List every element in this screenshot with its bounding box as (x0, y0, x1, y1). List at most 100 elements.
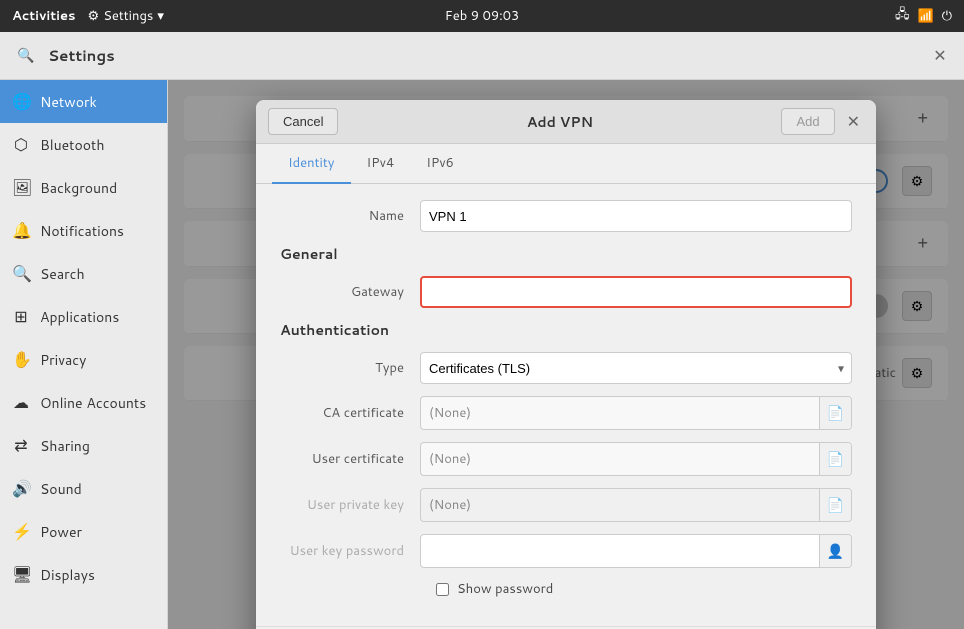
header-search-button[interactable]: 🔍 (12, 42, 40, 70)
type-row: Type Certificates (TLS) Password Passwor… (280, 352, 852, 384)
type-select-wrapper: Certificates (TLS) Password Password wit… (420, 352, 852, 384)
online-accounts-icon: ☁ (12, 391, 30, 414)
dialog-close-button[interactable]: ✕ (843, 112, 864, 132)
sidebar-item-search[interactable]: 🔍 Search (0, 252, 167, 295)
ca-cert-row: CA certificate (None) 📄 (280, 396, 852, 430)
sound-icon: 🔊 (12, 477, 30, 500)
bluetooth-icon: ⬡ (12, 133, 30, 156)
background-icon: 🖼 (12, 176, 30, 199)
settings-menu[interactable]: ⚙ Settings ▾ (88, 7, 164, 25)
add-button[interactable]: Add (781, 108, 834, 135)
sidebar-item-bluetooth[interactable]: ⬡ Bluetooth (0, 123, 167, 166)
sidebar-item-online-accounts[interactable]: ☁ Online Accounts (0, 381, 167, 424)
ca-cert-value: (None) (421, 397, 819, 429)
settings-body: 🌐 Network ⬡ Bluetooth 🖼 Background 🔔 Not… (0, 80, 964, 629)
user-key-row: User private key (None) 📄 (280, 488, 852, 522)
tab-ipv6[interactable]: IPv6 (410, 144, 470, 184)
show-password-checkbox[interactable] (436, 583, 449, 596)
name-input[interactable] (420, 200, 852, 232)
type-label: Type (280, 359, 420, 377)
user-password-input[interactable] (421, 535, 819, 567)
signal-icon: 📶 (918, 7, 934, 25)
user-password-input-wrapper: 👤 (420, 534, 852, 568)
ca-cert-label: CA certificate (280, 404, 420, 422)
notifications-icon: 🔔 (12, 219, 30, 242)
topbar: Activities ⚙ Settings ▾ Feb 9 09:03 🖧 📶 … (0, 0, 964, 32)
topbar-right: 🖧 📶 ⏻ (895, 5, 952, 27)
sidebar-item-privacy[interactable]: ✋ Privacy (0, 338, 167, 381)
sidebar-item-label: Search (40, 264, 85, 284)
sidebar-item-label: Online Accounts (40, 393, 146, 413)
tab-ipv4[interactable]: IPv4 (351, 144, 411, 184)
network-icon: 🖧 (895, 5, 910, 27)
tab-identity[interactable]: Identity (272, 144, 351, 184)
user-key-input-wrapper: (None) 📄 (420, 488, 852, 522)
user-cert-label: User certificate (280, 450, 420, 468)
name-label: Name (280, 207, 420, 225)
sidebar-item-label: Sharing (40, 436, 90, 456)
privacy-icon: ✋ (12, 348, 30, 371)
sidebar: 🌐 Network ⬡ Bluetooth 🖼 Background 🔔 Not… (0, 80, 168, 629)
user-cert-row: User certificate (None) 📄 (280, 442, 852, 476)
sidebar-item-applications[interactable]: ⊞ Applications (0, 295, 167, 338)
show-password-row: Show password (436, 580, 852, 598)
user-key-value: (None) (421, 489, 819, 521)
network-sidebar-icon: 🌐 (12, 90, 30, 113)
sharing-icon: ⇄ (12, 434, 30, 457)
type-select[interactable]: Certificates (TLS) Password Password wit… (420, 352, 852, 384)
sidebar-item-label: Applications (40, 307, 119, 327)
sidebar-item-label: Notifications (40, 221, 124, 241)
gateway-row: Gateway (280, 276, 852, 308)
user-password-row: User key password 👤 (280, 534, 852, 568)
gear-small-icon: ⚙ (88, 7, 100, 25)
sidebar-item-label: Displays (40, 565, 95, 585)
settings-window: 🔍 Settings ✕ 🌐 Network ⬡ Bluetooth 🖼 Bac… (0, 32, 964, 629)
main-content: + ⚙ + ⚙ (168, 80, 964, 629)
settings-header: 🔍 Settings ✕ (0, 32, 964, 80)
activities-button[interactable]: Activities (12, 7, 76, 25)
applications-icon: ⊞ (12, 305, 30, 328)
topbar-settings-label: Settings (103, 7, 153, 25)
modal-overlay: Cancel Add VPN Add ✕ Identity IPv4 IPv6 (168, 80, 964, 629)
datetime: Feb 9 09:03 (445, 7, 519, 25)
settings-close-button[interactable]: ✕ (928, 44, 952, 68)
user-key-label: User private key (280, 496, 420, 514)
ca-cert-input-wrapper: (None) 📄 (420, 396, 852, 430)
power-icon: ⏻ (942, 7, 952, 25)
displays-icon: 🖥 (12, 563, 30, 586)
sidebar-item-label: Background (40, 178, 117, 198)
dialog-body: Name General Gateway Authentication (256, 184, 876, 626)
user-cert-value: (None) (421, 443, 819, 475)
dialog-header: Cancel Add VPN Add ✕ (256, 100, 876, 144)
settings-window-title: Settings (48, 45, 115, 66)
sidebar-item-sharing[interactable]: ⇄ Sharing (0, 424, 167, 467)
general-heading: General (280, 244, 852, 264)
dialog-tabs: Identity IPv4 IPv6 (256, 144, 876, 184)
sidebar-item-background[interactable]: 🖼 Background (0, 166, 167, 209)
gateway-label: Gateway (280, 283, 420, 301)
search-sidebar-icon: 🔍 (12, 262, 30, 285)
power-sidebar-icon: ⚡ (12, 520, 30, 543)
user-password-label: User key password (280, 542, 420, 560)
cancel-button[interactable]: Cancel (268, 108, 338, 135)
sidebar-item-label: Network (40, 92, 97, 112)
sidebar-item-label: Bluetooth (40, 135, 104, 155)
user-password-icon-button[interactable]: 👤 (819, 535, 851, 567)
sidebar-item-displays[interactable]: 🖥 Displays (0, 553, 167, 596)
user-cert-browse-button[interactable]: 📄 (819, 443, 851, 475)
sidebar-item-power[interactable]: ⚡ Power (0, 510, 167, 553)
sidebar-item-notifications[interactable]: 🔔 Notifications (0, 209, 167, 252)
sidebar-item-label: Power (40, 522, 82, 542)
show-password-label[interactable]: Show password (457, 580, 553, 598)
sidebar-item-network[interactable]: 🌐 Network (0, 80, 167, 123)
sidebar-item-label: Privacy (40, 350, 86, 370)
gateway-input[interactable] (420, 276, 852, 308)
sidebar-item-sound[interactable]: 🔊 Sound (0, 467, 167, 510)
name-row: Name (280, 200, 852, 232)
vpn-dialog: Cancel Add VPN Add ✕ Identity IPv4 IPv6 (256, 100, 876, 629)
dialog-title: Add VPN (346, 112, 773, 132)
chevron-icon: ▾ (157, 7, 164, 25)
user-key-browse-button[interactable]: 📄 (819, 489, 851, 521)
sidebar-item-label: Sound (40, 479, 82, 499)
ca-cert-browse-button[interactable]: 📄 (819, 397, 851, 429)
